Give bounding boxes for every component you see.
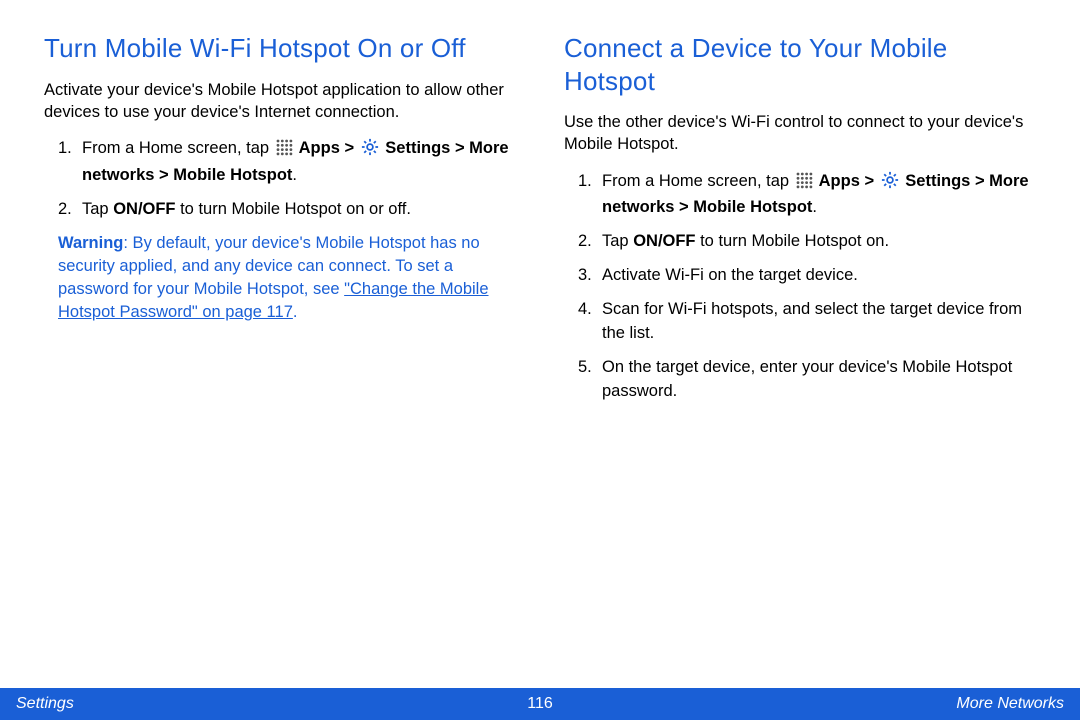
text-fragment: to turn Mobile Hotspot on. [696, 232, 890, 250]
page-footer: Settings 116 More Networks [0, 688, 1080, 720]
step-text: Tap ON/OFF to turn Mobile Hotspot on. [602, 230, 1036, 254]
step-text: On the target device, enter your device'… [602, 356, 1036, 404]
step-number: 3. [578, 264, 602, 288]
text-fragment: Tap [82, 200, 113, 218]
step-text: Tap ON/OFF to turn Mobile Hotspot on or … [82, 198, 516, 222]
text-bold: ON/OFF [113, 200, 175, 218]
settings-gear-icon [881, 171, 899, 197]
right-step-2: 2. Tap ON/OFF to turn Mobile Hotspot on. [564, 230, 1036, 254]
intro-left: Activate your device's Mobile Hotspot ap… [44, 79, 516, 124]
text-fragment: Tap [602, 232, 633, 250]
right-step-3: 3. Activate Wi-Fi on the target device. [564, 264, 1036, 288]
warning-label: Warning [58, 234, 123, 252]
step-number: 1. [58, 137, 82, 188]
step-number: 2. [58, 198, 82, 222]
step-number: 1. [578, 170, 602, 221]
step-number: 5. [578, 356, 602, 404]
step-text: From a Home screen, tap Apps > Settings … [82, 137, 516, 188]
text-bold: ON/OFF [633, 232, 695, 250]
text-fragment: . [293, 303, 298, 321]
warning-paragraph: Warning: By default, your device's Mobil… [44, 232, 516, 324]
step-text: From a Home screen, tap Apps > Settings … [602, 170, 1036, 221]
text-bold: Apps > [295, 139, 359, 157]
text-fragment: From a Home screen, tap [602, 172, 794, 190]
left-step-2: 2. Tap ON/OFF to turn Mobile Hotspot on … [44, 198, 516, 222]
footer-left: Settings [16, 695, 74, 713]
right-column: Connect a Device to Your Mobile Hotspot … [564, 32, 1036, 678]
apps-grid-icon [796, 172, 813, 197]
right-step-5: 5. On the target device, enter your devi… [564, 356, 1036, 404]
footer-right: More Networks [956, 695, 1064, 713]
intro-right: Use the other device's Wi-Fi control to … [564, 111, 1036, 156]
text-fragment: . [812, 198, 817, 216]
heading-right: Connect a Device to Your Mobile Hotspot [564, 32, 1036, 97]
step-number: 2. [578, 230, 602, 254]
page-content: Turn Mobile Wi-Fi Hotspot On or Off Acti… [0, 0, 1080, 678]
heading-left: Turn Mobile Wi-Fi Hotspot On or Off [44, 32, 516, 65]
step-text: Activate Wi-Fi on the target device. [602, 264, 1036, 288]
text-fragment: . [292, 166, 297, 184]
right-step-1: 1. From a Home screen, tap Apps > Settin… [564, 170, 1036, 221]
left-column: Turn Mobile Wi-Fi Hotspot On or Off Acti… [44, 32, 516, 678]
apps-grid-icon [276, 139, 293, 164]
settings-gear-icon [361, 138, 379, 164]
text-bold: Apps > [815, 172, 879, 190]
step-text: Scan for Wi-Fi hotspots, and select the … [602, 298, 1036, 346]
right-step-4: 4. Scan for Wi-Fi hotspots, and select t… [564, 298, 1036, 346]
text-fragment: From a Home screen, tap [82, 139, 274, 157]
text-fragment: to turn Mobile Hotspot on or off. [176, 200, 411, 218]
left-step-1: 1. From a Home screen, tap Apps > Settin… [44, 137, 516, 188]
footer-page-number: 116 [527, 695, 553, 713]
step-number: 4. [578, 298, 602, 346]
